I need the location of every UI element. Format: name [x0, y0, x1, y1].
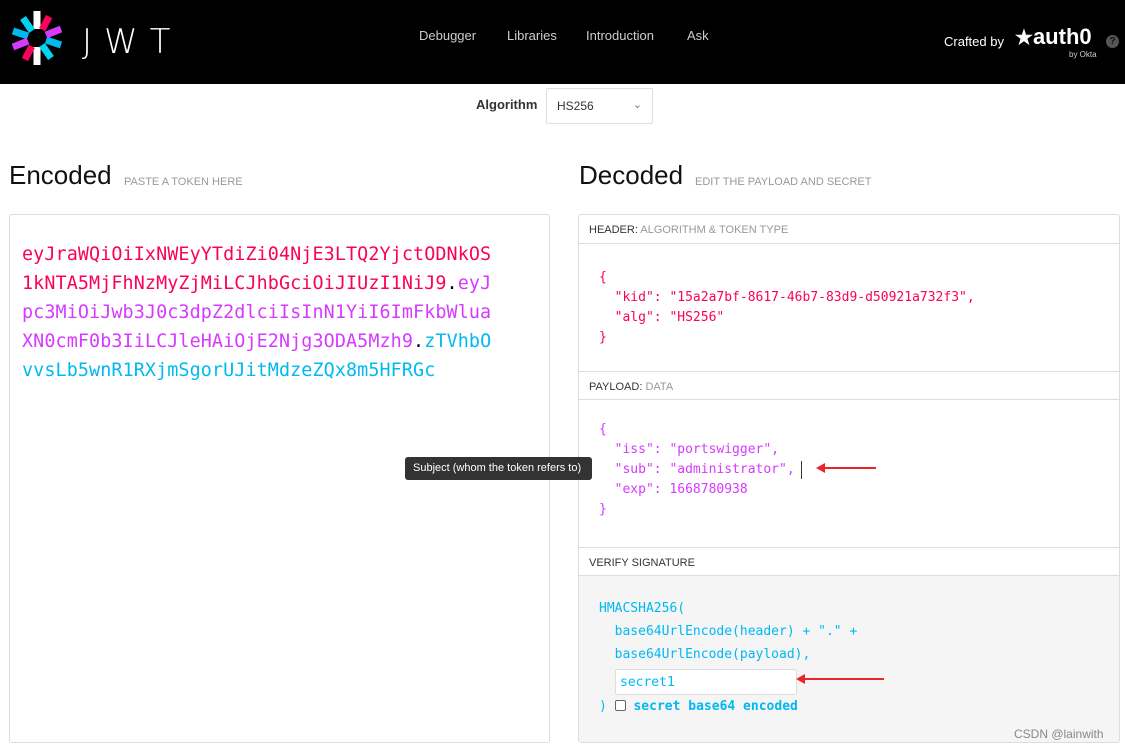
- algorithm-select[interactable]: HS256 ⌄: [546, 88, 653, 124]
- verify-code: HMACSHA256( base64UrlEncode(header) + ".…: [599, 601, 858, 662]
- decoded-subtitle: EDIT THE PAYLOAD AND SECRET: [695, 176, 872, 188]
- verify-footer: ) secret base64 encoded: [599, 697, 798, 717]
- text-cursor: [801, 461, 802, 479]
- algorithm-value: HS256: [557, 99, 594, 113]
- close-paren: ): [599, 699, 607, 714]
- payload-json-editor[interactable]: { "iss": "portswigger", "sub": "administ…: [599, 420, 795, 520]
- top-bar: JWT Debugger Libraries Introduction Ask …: [0, 0, 1125, 84]
- encoded-subtitle: PASTE A TOKEN HERE: [124, 176, 243, 188]
- nav-libraries[interactable]: Libraries: [507, 28, 557, 43]
- tooltip: Subject (whom the token refers to): [405, 457, 592, 480]
- by-okta-label: by Okta: [1069, 50, 1097, 59]
- header-label: HEADER:: [589, 224, 638, 236]
- base64-checkbox[interactable]: [614, 700, 626, 711]
- decoded-panel: HEADER: ALGORITHM & TOKEN TYPE { "kid": …: [578, 214, 1120, 743]
- encoded-title: Encoded: [9, 160, 112, 190]
- header-json-editor[interactable]: { "kid": "15a2a7bf-8617-46b7-83d9-d50921…: [599, 268, 975, 348]
- header-section-label: HEADER: ALGORITHM & TOKEN TYPE: [579, 215, 1119, 244]
- auth0-logo[interactable]: ★auth0: [1015, 24, 1092, 50]
- nav-debugger[interactable]: Debugger: [419, 28, 476, 43]
- header-label-sub: ALGORITHM & TOKEN TYPE: [640, 224, 789, 236]
- crafted-by-label: Crafted by: [944, 34, 1004, 49]
- algorithm-label: Algorithm: [476, 97, 538, 112]
- jwt-logo-icon[interactable]: [8, 9, 66, 67]
- nav-introduction[interactable]: Introduction: [586, 28, 654, 43]
- secret-input[interactable]: secret1: [615, 669, 797, 695]
- auth0-brand: auth0: [1032, 24, 1092, 49]
- token-dot: .: [413, 331, 425, 352]
- logo-text: JWT: [82, 22, 183, 62]
- payload-label: PAYLOAD:: [589, 381, 643, 393]
- chevron-down-icon: ⌄: [632, 99, 642, 111]
- annotation-arrow-icon: [796, 674, 884, 684]
- nav-ask[interactable]: Ask: [687, 28, 709, 43]
- payload-label-sub: DATA: [645, 381, 674, 393]
- token-dot: .: [446, 273, 458, 294]
- decoded-title: Decoded: [579, 160, 684, 190]
- payload-section-label: PAYLOAD: DATA: [579, 371, 1119, 400]
- base64-label: secret base64 encoded: [633, 699, 798, 714]
- watermark: CSDN @lainwith: [1014, 727, 1104, 741]
- annotation-arrow-icon: [816, 463, 876, 473]
- help-icon[interactable]: ?: [1106, 35, 1119, 48]
- token-header-part: eyJraWQiOiIxNWEyYTdiZi04NjE3LTQ2YjctODNk…: [22, 244, 492, 294]
- verify-section-label: VERIFY SIGNATURE: [579, 547, 1119, 576]
- encoded-token[interactable]: eyJraWQiOiIxNWEyYTdiZi04NjE3LTQ2YjctODNk…: [22, 240, 492, 385]
